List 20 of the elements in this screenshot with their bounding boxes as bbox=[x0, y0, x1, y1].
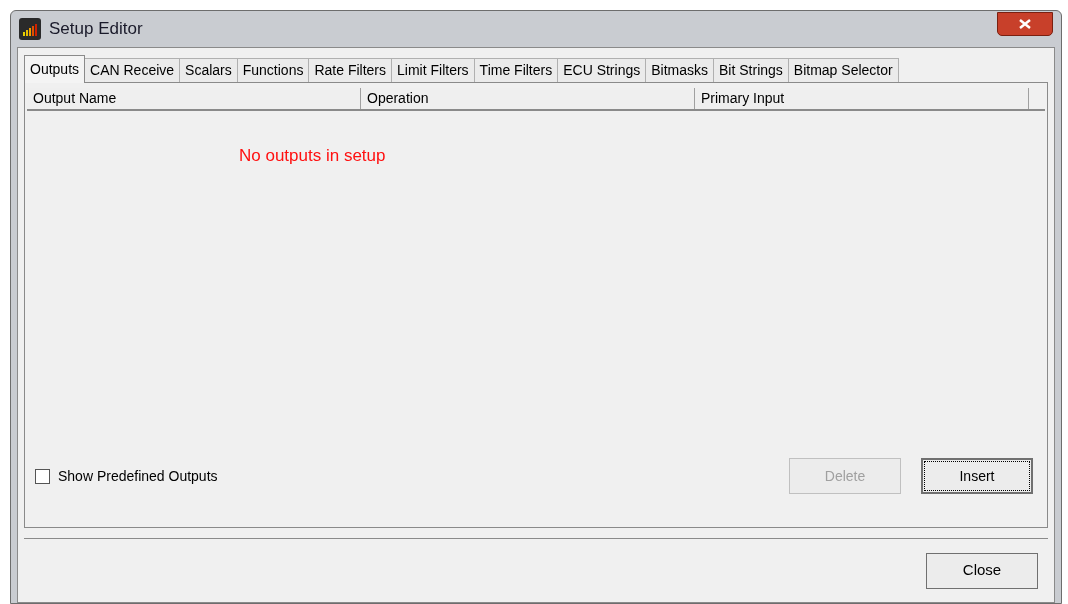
tab[interactable]: Limit Filters bbox=[392, 58, 475, 82]
tab[interactable]: Rate Filters bbox=[309, 58, 393, 82]
tab[interactable]: Bit Strings bbox=[714, 58, 789, 82]
tab[interactable]: CAN Receive bbox=[85, 58, 181, 82]
app-logo-icon bbox=[19, 18, 41, 40]
action-button[interactable]: Insert bbox=[921, 458, 1033, 494]
empty-message: No outputs in setup bbox=[239, 145, 386, 167]
tab[interactable]: Bitmap Selector bbox=[788, 58, 899, 82]
close-icon bbox=[1019, 19, 1031, 29]
window-title: Setup Editor bbox=[49, 18, 143, 41]
tab[interactable]: ECU Strings bbox=[558, 58, 647, 82]
close-button[interactable] bbox=[997, 12, 1053, 36]
tab[interactable]: Outputs bbox=[24, 55, 86, 83]
tab[interactable]: Time Filters bbox=[474, 58, 559, 82]
checkbox-label: Show Predefined Outputs bbox=[58, 466, 218, 486]
tab[interactable]: Bitmasks bbox=[646, 58, 714, 82]
tab[interactable]: Scalars bbox=[180, 58, 238, 82]
checkbox[interactable] bbox=[35, 468, 50, 484]
close-dialog-button[interactable]: Close bbox=[926, 552, 1038, 589]
tab[interactable]: Functions bbox=[237, 58, 310, 82]
